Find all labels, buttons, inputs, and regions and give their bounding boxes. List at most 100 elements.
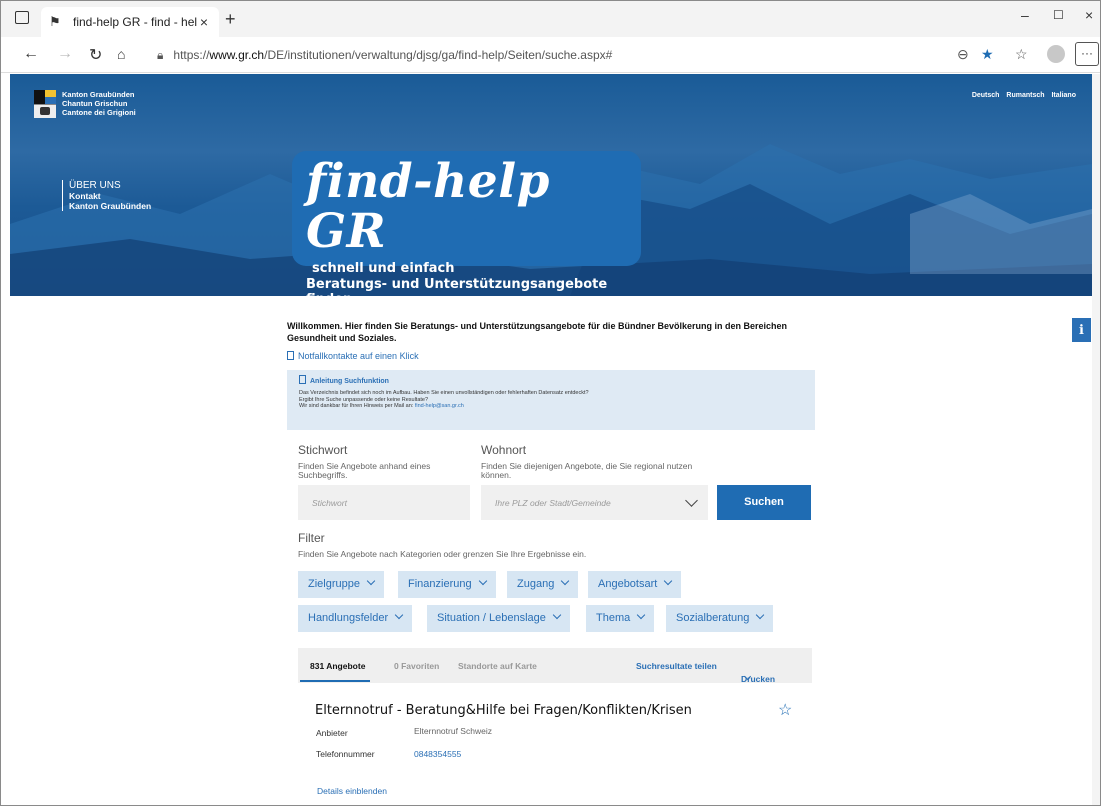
web-page: Kanton Graubünden Chantun Grischun Canto… xyxy=(10,74,1092,805)
filter-chip-zugang[interactable]: Zugang xyxy=(507,571,579,598)
chip-label: Thema xyxy=(596,612,631,624)
chip-label: Angebotsart xyxy=(598,578,658,590)
lang-rm[interactable]: Rumantsch xyxy=(1006,92,1044,99)
profile-avatar[interactable] xyxy=(1047,45,1065,63)
welcome-text: Willkommen. Hier finden Sie Beratungs- u… xyxy=(287,321,787,343)
tab-map[interactable]: Standorte auf Karte xyxy=(458,661,537,671)
tab-offers[interactable]: 831 Angebote xyxy=(310,661,365,671)
chip-label: Sozialberatung xyxy=(676,612,750,624)
info-text: Das Verzeichnis befindet sich noch im Au… xyxy=(299,390,803,410)
url-text: https://www.gr.ch/DE/institutionen/verwa… xyxy=(173,48,613,62)
active-tab-indicator xyxy=(300,680,370,682)
brand-subtitle-2: Beratungs- und Unterstützungsangebote fi… xyxy=(306,277,608,296)
instructions-label: Anleitung Suchfunktion xyxy=(310,378,389,385)
result-title[interactable]: Elternnotruf - Beratung&Hilfe bei Fragen… xyxy=(315,703,692,718)
hero-banner: Kanton Graubünden Chantun Grischun Canto… xyxy=(10,74,1092,296)
info-icon[interactable]: ℹ xyxy=(1072,318,1091,342)
zoom-icon[interactable]: ⊖ xyxy=(957,46,969,63)
document-icon xyxy=(299,375,306,384)
close-window-icon[interactable]: × xyxy=(1085,7,1093,23)
keyword-label: Stichwort xyxy=(298,443,348,457)
info-box: Anleitung Suchfunktion Das Verzeichnis b… xyxy=(287,370,815,430)
favorites-bar-icon[interactable]: ☆ xyxy=(1015,46,1028,63)
share-results-link[interactable]: Suchresultate teilen xyxy=(636,661,717,671)
canton-name: Kanton Graubünden Chantun Grischun Canto… xyxy=(62,90,136,118)
chevron-down-icon xyxy=(561,576,570,586)
chevron-down-icon xyxy=(394,610,404,620)
brand-title: find-help GR xyxy=(306,154,550,259)
brand-box: find-help GR schnell und einfach Beratun… xyxy=(292,151,641,296)
notfall-link[interactable]: Notfallkontakte auf einen Klick xyxy=(287,351,419,361)
filter-chip-situation[interactable]: Situation / Lebenslage xyxy=(427,605,570,632)
location-hint: Finden Sie diejenigen Angebote, die Sie … xyxy=(481,461,693,480)
address-toolbar: ← → ↻ ⌂ 🔒︎ https://www.gr.ch/DE/institut… xyxy=(1,37,1100,73)
maximize-icon[interactable]: ☐ xyxy=(1053,8,1064,22)
forward-icon[interactable]: → xyxy=(57,45,73,63)
info-line-3: Wir sind dankbar für Ihren Hinweis per M… xyxy=(299,403,803,410)
filter-chip-thema[interactable]: Thema xyxy=(586,605,655,632)
browser-tab[interactable]: ⚑ find-help GR - find - help × xyxy=(41,7,219,37)
side-nav: ÜBER UNS Kontakt Kanton Graubünden xyxy=(62,180,151,211)
lang-it[interactable]: Italiano xyxy=(1051,92,1076,99)
back-icon[interactable]: ← xyxy=(23,45,39,63)
lock-icon[interactable]: 🔒︎ xyxy=(157,48,163,63)
phone-link[interactable]: 0848354555 xyxy=(414,749,461,759)
details-toggle-link[interactable]: Details einblenden xyxy=(317,786,387,796)
email-link[interactable]: find-help@san.gr.ch xyxy=(415,403,464,409)
chevron-down-icon xyxy=(664,576,673,586)
phone-label: Telefonnummer xyxy=(316,749,375,759)
browser-window: ⚑ find-help GR - find - help × + – ☐ × ←… xyxy=(0,0,1101,806)
canton-name-rm: Chantun Grischun xyxy=(62,99,128,108)
coat-of-arms-icon xyxy=(34,90,56,118)
provider-label: Anbieter xyxy=(316,728,348,738)
nav-canton[interactable]: Kanton Graubünden xyxy=(69,201,151,211)
canton-name-it: Cantone dei Grigioni xyxy=(62,108,136,117)
chevron-down-icon xyxy=(756,610,765,620)
chevron-down-icon xyxy=(637,610,646,620)
location-label: Wohnort xyxy=(481,443,527,457)
new-tab-icon[interactable]: + xyxy=(225,9,236,30)
chip-label: Situation / Lebenslage xyxy=(437,612,546,624)
tab-strip: ⚑ find-help GR - find - help × + – ☐ × xyxy=(1,1,1100,37)
canton-favicon-icon: ⚑ xyxy=(49,14,61,29)
chip-label: Handlungsfelder xyxy=(308,612,389,624)
location-placeholder: Ihre PLZ oder Stadt/Gemeinde xyxy=(495,498,611,508)
search-button[interactable]: Suchen xyxy=(717,485,811,520)
provider-value: Elternnotruf Schweiz xyxy=(414,726,492,736)
filter-chip-sozialberatung[interactable]: Sozialberatung xyxy=(666,605,774,632)
filter-chip-zielgruppe[interactable]: Zielgruppe xyxy=(298,571,384,598)
keyword-input[interactable]: Stichwort xyxy=(298,485,470,520)
canton-name-de: Kanton Graubünden xyxy=(62,90,135,99)
more-menu-icon[interactable]: ··· xyxy=(1075,42,1099,66)
tab-favorites[interactable]: 0 Favoriten xyxy=(394,661,439,671)
chevron-down-icon xyxy=(478,576,487,586)
location-select[interactable]: Ihre PLZ oder Stadt/Gemeinde xyxy=(481,485,708,520)
filter-chip-handlungsfelder[interactable]: Handlungsfelder xyxy=(298,605,413,632)
nav-contact[interactable]: Kontakt xyxy=(69,191,151,201)
canton-logo[interactable]: Kanton Graubünden Chantun Grischun Canto… xyxy=(34,90,136,118)
tab-title: find-help GR - find - help xyxy=(73,15,197,29)
tab-actions-icon[interactable] xyxy=(15,11,29,24)
favorite-star-icon[interactable]: ★ xyxy=(981,46,994,63)
filter-hint: Finden Sie Angebote nach Kategorien oder… xyxy=(298,549,587,559)
chip-label: Finanzierung xyxy=(408,578,472,590)
filter-label: Filter xyxy=(298,531,325,545)
keyword-hint: Finden Sie Angebote anhand eines Suchbeg… xyxy=(298,461,431,480)
info-line-3-text: Wir sind dankbar für Ihren Hinweis per M… xyxy=(299,403,415,409)
chevron-down-icon xyxy=(366,576,376,586)
lang-de[interactable]: Deutsch xyxy=(972,92,1000,99)
page-scrollbar[interactable] xyxy=(1092,74,1100,805)
home-icon[interactable]: ⌂ xyxy=(117,46,125,62)
brand-subtitle-1: schnell und einfach xyxy=(312,261,455,276)
refresh-icon[interactable]: ↻ xyxy=(89,45,102,65)
favorite-star-icon[interactable]: ☆ xyxy=(778,700,792,720)
minimize-icon[interactable]: – xyxy=(1021,7,1029,23)
instructions-link[interactable]: Anleitung Suchfunktion xyxy=(299,375,803,385)
chip-label: Zielgruppe xyxy=(308,578,360,590)
filter-chip-angebotsart[interactable]: Angebotsart xyxy=(588,571,682,598)
chevron-down-icon xyxy=(685,494,698,507)
address-bar[interactable]: 🔒︎ https://www.gr.ch/DE/institutionen/ve… xyxy=(151,43,1011,67)
filter-chip-finanzierung[interactable]: Finanzierung xyxy=(398,571,496,598)
nav-about[interactable]: ÜBER UNS xyxy=(69,180,151,191)
close-tab-icon[interactable]: × xyxy=(197,14,211,30)
